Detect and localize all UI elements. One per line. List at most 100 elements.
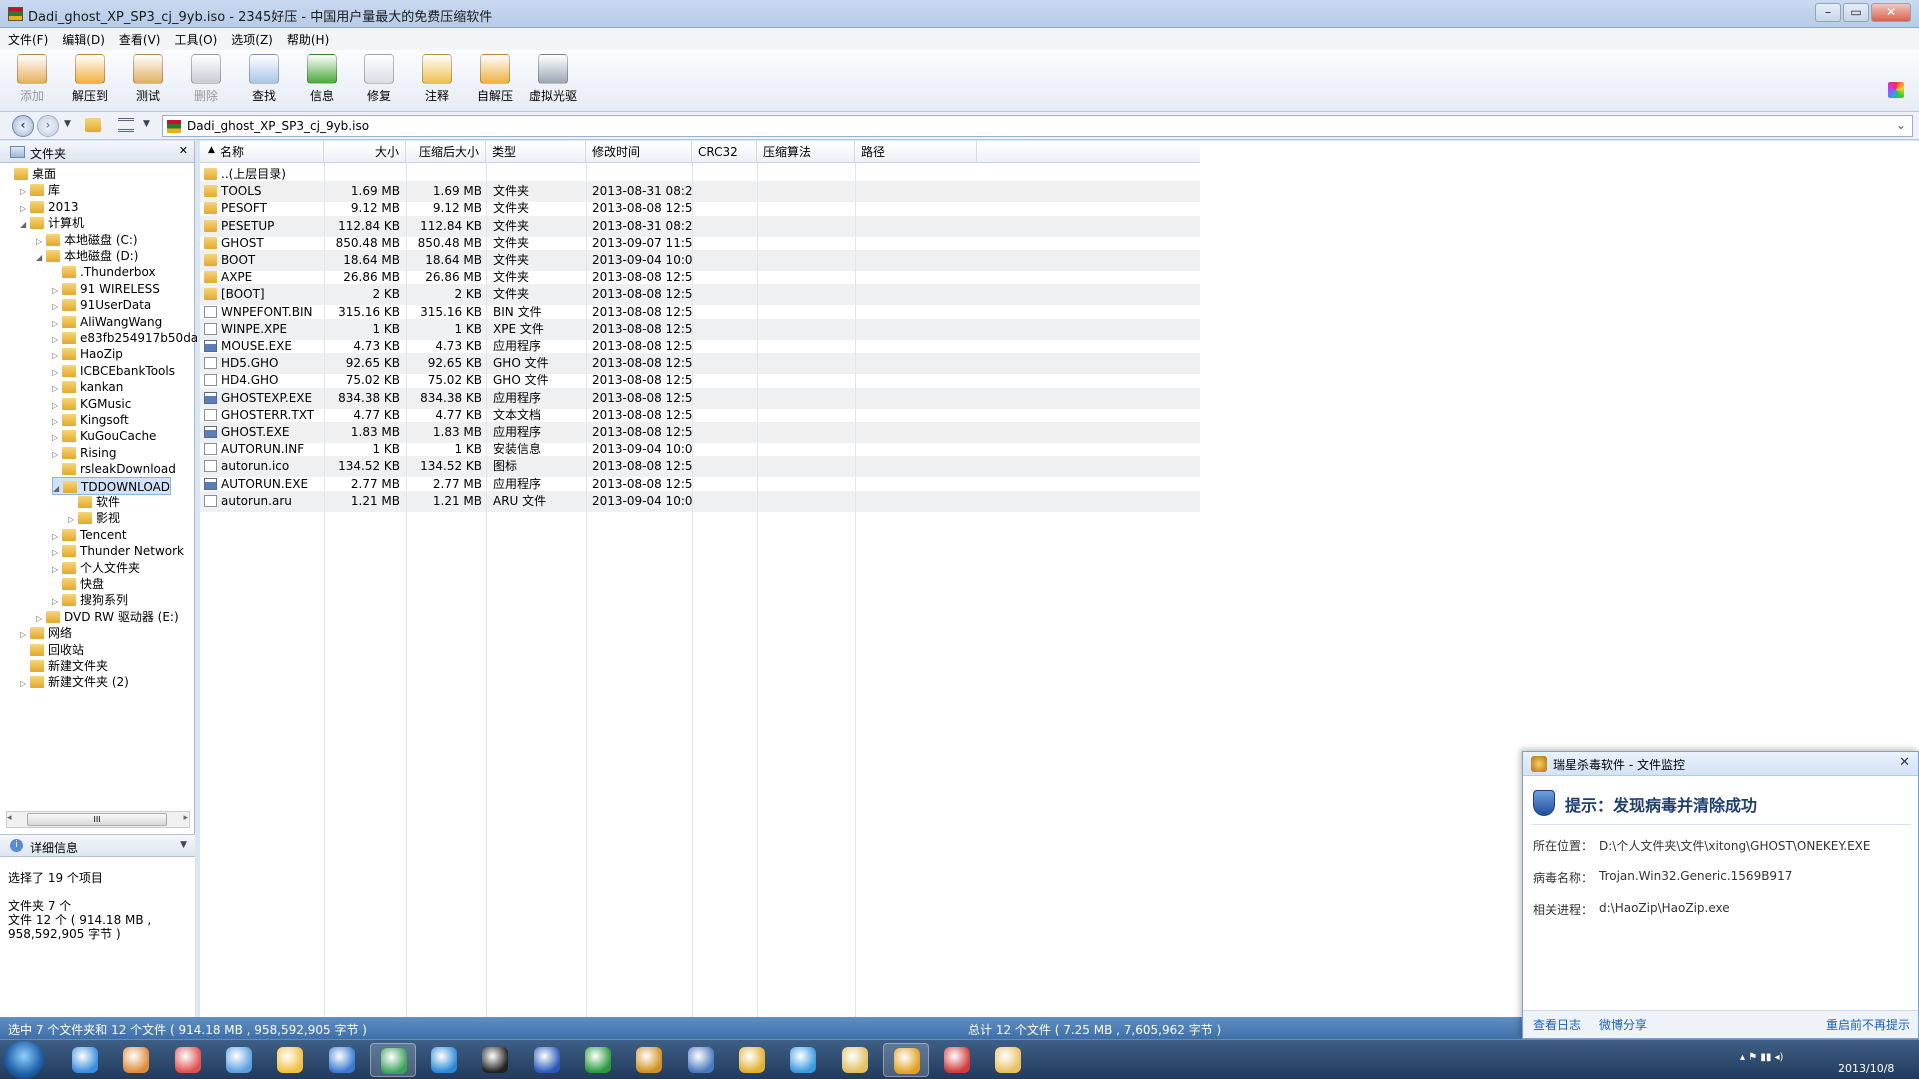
expand-icon[interactable]: ◢	[36, 249, 46, 267]
tree-node[interactable]: ▷ 个人文件夹	[52, 559, 140, 577]
back-icon[interactable]: ‹	[12, 115, 34, 137]
expand-icon[interactable]: ◢	[20, 216, 30, 234]
taskbar-app[interactable]	[575, 1043, 621, 1077]
tree-node[interactable]: ▷ 本地磁盘 (C:)	[36, 231, 138, 249]
view-mode-icon[interactable]	[118, 118, 134, 132]
tree-node[interactable]: ▷ 影视	[68, 509, 120, 527]
column-header-4[interactable]: 修改时间	[586, 141, 692, 163]
address-dropdown-icon[interactable]: ⌄	[1896, 118, 1906, 132]
tree-node[interactable]: .Thunderbox	[52, 263, 156, 281]
column-header-5[interactable]: CRC32	[692, 141, 757, 163]
view-dropdown-icon[interactable]: ▼	[143, 119, 150, 129]
dont-remind-link[interactable]: 重启前不再提示	[1826, 1016, 1910, 1033]
column-header-1[interactable]: 大小	[324, 141, 406, 163]
close-window-button[interactable]: ✕	[1871, 3, 1911, 22]
toolbar-button-1[interactable]: 解压到	[63, 54, 117, 104]
taskbar-app[interactable]	[524, 1043, 570, 1077]
tree-node[interactable]: ▷ kankan	[52, 378, 123, 396]
tree-node[interactable]: ▷ AliWangWang	[52, 313, 162, 331]
taskbar-app[interactable]	[267, 1043, 313, 1077]
tree-node[interactable]: ▷ 91UserData	[52, 296, 151, 314]
tree-node[interactable]: 新建文件夹	[20, 657, 108, 675]
theme-icon[interactable]	[1888, 82, 1904, 98]
taskbar-app[interactable]	[780, 1043, 826, 1077]
toolbar-button-9[interactable]: 虚拟光驱	[526, 54, 580, 104]
taskbar-app[interactable]	[678, 1043, 724, 1077]
minimize-button[interactable]: –	[1815, 3, 1841, 22]
tree-node[interactable]: 回收站	[20, 641, 84, 659]
start-orb-icon[interactable]	[4, 1041, 44, 1079]
tree-node[interactable]: ▷ Thunder Network	[52, 542, 184, 560]
toolbar-button-2[interactable]: 测试	[121, 54, 175, 104]
tree-node[interactable]: ▷ 2013	[20, 198, 79, 216]
taskbar-app[interactable]	[319, 1043, 365, 1077]
tree-node[interactable]: ▷ DVD RW 驱动器 (E:)	[36, 608, 179, 626]
column-header-0[interactable]: 名称	[200, 141, 324, 163]
expand-icon[interactable]: ▷	[20, 675, 30, 693]
taskbar-app[interactable]	[216, 1043, 262, 1077]
menu-item-4[interactable]: 选项(Z)	[223, 28, 279, 48]
menu-item-3[interactable]: 工具(O)	[166, 28, 223, 48]
toolbar-button-7[interactable]: 注释	[410, 54, 464, 104]
column-header-7[interactable]: 路径	[855, 141, 977, 163]
tree-node[interactable]: 桌面	[4, 165, 56, 183]
taskbar-app[interactable]	[934, 1043, 980, 1077]
taskbar-app[interactable]	[985, 1043, 1031, 1077]
taskbar-app[interactable]	[626, 1043, 672, 1077]
tree-node[interactable]: ▷ Rising	[52, 444, 116, 462]
taskbar-app[interactable]	[421, 1043, 467, 1077]
menu-item-5[interactable]: 帮助(H)	[279, 28, 335, 48]
tree-node[interactable]: ◢ 计算机	[20, 214, 84, 232]
tree-node[interactable]: ◢ TDDOWNLOAD	[52, 476, 172, 498]
close-pane-icon[interactable]: ✕	[179, 144, 188, 157]
taskbar-app[interactable]	[165, 1043, 211, 1077]
taskbar-app[interactable]	[369, 1043, 416, 1077]
scroll-thumb[interactable]: III	[27, 813, 167, 826]
tree-node[interactable]: ▷ Kingsoft	[52, 411, 129, 429]
up-folder-icon[interactable]	[85, 118, 101, 132]
taskbar-app[interactable]	[729, 1043, 775, 1077]
toolbar-button-4[interactable]: 查找	[237, 54, 291, 104]
taskbar-app[interactable]	[62, 1043, 108, 1077]
tree-node[interactable]: ▷ e83fb254917b50da	[52, 329, 198, 347]
forward-icon[interactable]: ›	[37, 115, 59, 137]
history-dropdown-icon[interactable]: ▼	[64, 119, 71, 129]
maximize-button[interactable]: ▭	[1843, 3, 1869, 22]
tree-node[interactable]: ▷ HaoZip	[52, 345, 123, 363]
tree-node[interactable]: ▷ KuGouCache	[52, 427, 156, 445]
weibo-share-link[interactable]: 微博分享	[1599, 1016, 1647, 1033]
tree-node[interactable]: ▷ 网络	[20, 624, 72, 642]
view-log-link[interactable]: 查看日志	[1533, 1016, 1581, 1033]
taskbar-app[interactable]	[882, 1043, 929, 1077]
tree-node[interactable]: ▷ 91 WIRELESS	[52, 280, 160, 298]
tree-node[interactable]: 快盘	[52, 575, 104, 593]
tray-icons[interactable]: ▴ ⚑ ▮▮ ◂)	[1740, 1052, 1783, 1063]
toolbar-button-6[interactable]: 修复	[352, 54, 406, 104]
toolbar-button-5[interactable]: 信息	[295, 54, 349, 104]
address-field[interactable]: Dadi_ghost_XP_SP3_cj_9yb.iso ⌄	[162, 115, 1913, 137]
tree-node[interactable]: ◢ 本地磁盘 (D:)	[36, 247, 138, 265]
tree-node[interactable]: ▷ 库	[20, 181, 60, 199]
tree-node[interactable]: rsleakDownload	[52, 460, 176, 478]
tree-node[interactable]: ▷ 新建文件夹 (2)	[20, 673, 129, 691]
collapse-details-icon[interactable]: ▼	[180, 840, 187, 850]
toolbar-button-0[interactable]: 添加	[5, 54, 59, 104]
tree-node[interactable]: ▷ KGMusic	[52, 395, 131, 413]
menu-item-0[interactable]: 文件(F)	[0, 28, 54, 48]
tree-node[interactable]: ▷ 搜狗系列	[52, 591, 128, 609]
column-header-3[interactable]: 类型	[486, 141, 586, 163]
taskbar-app[interactable]	[832, 1043, 878, 1077]
expand-icon[interactable]: ◢	[53, 480, 63, 498]
tree-horizontal-scrollbar[interactable]: ◂ III ▸	[6, 811, 190, 828]
file-row[interactable]: autorun.aru 1.21 MB 1.21 MB ARU 文件 2013-09-0…	[200, 490, 1200, 512]
taskbar-app[interactable]	[472, 1043, 518, 1077]
toolbar-button-3[interactable]: 删除	[179, 54, 233, 104]
toolbar-button-8[interactable]: 自解压	[468, 54, 522, 104]
column-header-6[interactable]: 压缩算法	[757, 141, 855, 163]
column-header-2[interactable]: 压缩后大小	[406, 141, 486, 163]
menu-item-2[interactable]: 查看(V)	[111, 28, 167, 48]
tree-node[interactable]: 软件	[68, 493, 120, 511]
tree-node[interactable]: ▷ ICBCEbankTools	[52, 362, 175, 380]
tree-node[interactable]: ▷ Tencent	[52, 526, 127, 544]
close-notification-button[interactable]: ✕	[1899, 755, 1910, 770]
